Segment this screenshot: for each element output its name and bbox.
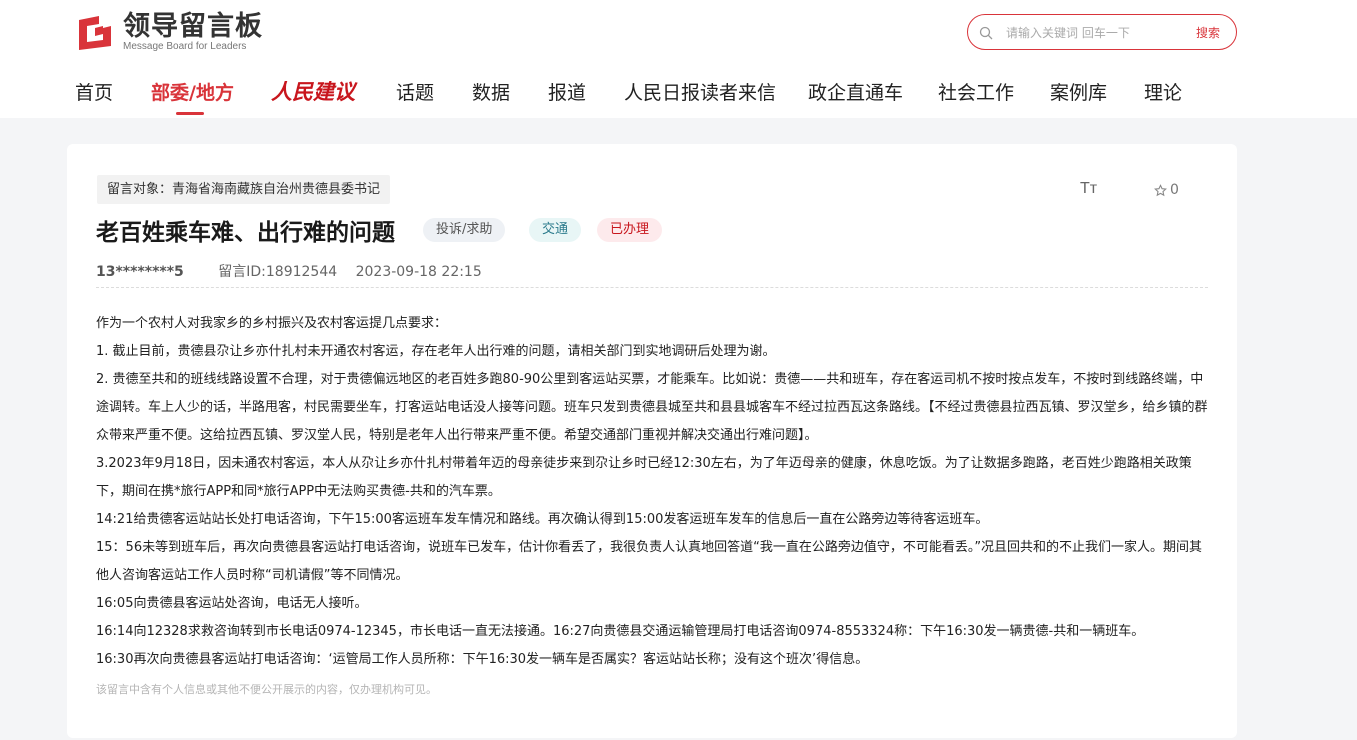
site-header: 领导留言板 Message Board for Leaders 搜索 首页 部委… [0, 0, 1357, 118]
site-logo[interactable]: 领导留言板 Message Board for Leaders [75, 13, 263, 53]
star-icon [1154, 183, 1167, 196]
tag-domain[interactable]: 交通 [529, 218, 582, 242]
nav-item-case-library[interactable]: 案例库 [1050, 78, 1107, 105]
tag-type[interactable]: 投诉/求助 [423, 218, 506, 242]
nav-item-enterprise-express[interactable]: 政企直通车 [808, 78, 903, 105]
paragraph: 16:14向12328求救咨询转到市长电话0974-12345，市长电话一直无法… [96, 624, 1145, 639]
message-title: 老百姓乘车难、出行难的问题 [96, 220, 395, 246]
paragraph: 2. 贵德至共和的班线线路设置不合理，对于贵德偏远地区的老百姓多跑80-90公里… [96, 372, 1208, 443]
nav-item-home[interactable]: 首页 [75, 78, 113, 105]
privacy-notice: 该留言中含有个人信息或其他不便公开展示的内容，仅办理机构可见。 [96, 683, 437, 696]
favorite-button[interactable]: 0 [1154, 182, 1179, 198]
search-icon[interactable] [979, 25, 993, 40]
font-size-toggle-icon[interactable]: Tт [1080, 180, 1097, 198]
paragraph: 作为一个农村人对我家乡的乡村振兴及农村客运提几点要求： [96, 316, 448, 331]
message-body: 作为一个农村人对我家乡的乡村振兴及农村客运提几点要求： 1. 截止目前，贵德县尕… [96, 310, 1211, 674]
paragraph: 16:05向贵德县客运站处咨询，电话无人接听。 [96, 596, 368, 611]
paragraph: 3.2023年9月18日，因未通农村客运，本人从尕让乡亦什扎村带着年迈的母亲徒步… [96, 456, 1192, 499]
nav-item-data[interactable]: 数据 [472, 78, 510, 105]
logo-mark-icon [75, 14, 115, 52]
message-datetime: 2023-09-18 22:15 [355, 264, 482, 280]
search-box: 搜索 [967, 14, 1237, 50]
logo-text: 领导留言板 Message Board for Leaders [123, 13, 263, 53]
message-target: 留言对象：青海省海南藏族自治州贵德县委书记 [97, 175, 391, 204]
message-card: 留言对象：青海省海南藏族自治州贵德县委书记 Tт 0 老百姓乘车难、出行难的问题… [67, 144, 1237, 738]
nav-item-social-work[interactable]: 社会工作 [938, 78, 1014, 105]
search-button[interactable]: 搜索 [1196, 24, 1220, 41]
paragraph: 15：56未等到班车后，再次向贵德县客运站打电话咨询，说班车已发车，估计你看丢了… [96, 540, 1203, 583]
logo-title: 领导留言板 [123, 11, 263, 42]
nav-item-reports[interactable]: 报道 [548, 78, 586, 105]
message-id: 留言ID:18912544 [218, 264, 338, 280]
author-name: 13********5 [96, 264, 184, 280]
nav-item-people-suggestions[interactable]: 人民建议 [271, 76, 355, 106]
divider [96, 287, 1208, 288]
paragraph: 14:21给贵德客运站站长处打电话咨询，下午15:00客运班车发车情况和路线。再… [96, 512, 989, 527]
status-badge: 已办理 [597, 218, 663, 242]
nav-item-ministries-local[interactable]: 部委/地方 [151, 78, 234, 105]
nav-item-theory[interactable]: 理论 [1144, 78, 1182, 105]
favorite-count: 0 [1170, 182, 1179, 198]
message-meta: 13********5 留言ID:18912544 2023-09-18 22:… [96, 261, 482, 281]
search-input[interactable] [1006, 23, 1156, 43]
paragraph: 1. 截止目前，贵德县尕让乡亦什扎村未开通农村客运，存在老年人出行难的问题，请相… [96, 344, 776, 359]
nav-active-indicator [176, 112, 204, 115]
logo-subtitle: Message Board for Leaders [123, 41, 247, 52]
paragraph: 16:30再次向贵德县客运站打电话咨询：‘运管局工作人员所称：下午16:30发一… [96, 652, 869, 667]
nav-item-reader-letters[interactable]: 人民日报读者来信 [624, 78, 776, 105]
nav-item-topics[interactable]: 话题 [396, 78, 434, 105]
